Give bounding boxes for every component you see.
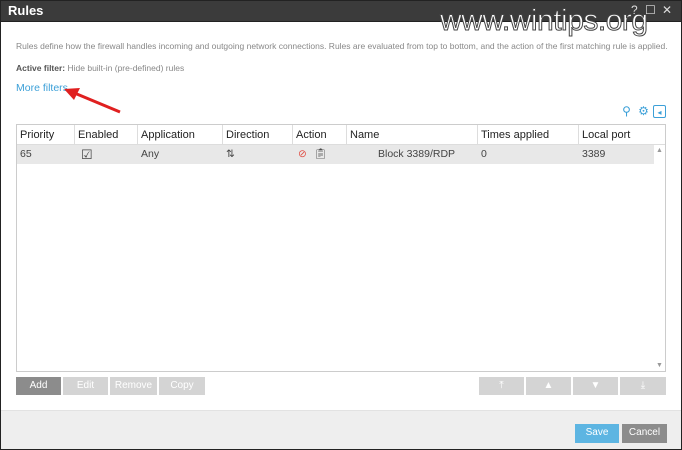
move-top-button[interactable]: ⤒ bbox=[479, 377, 524, 395]
gear-icon[interactable]: ⚙ bbox=[637, 105, 650, 118]
clipboard-icon: 📋︎ bbox=[314, 148, 328, 160]
close-button[interactable]: ✕ bbox=[662, 3, 672, 17]
block-icon: ⊘ bbox=[298, 148, 307, 160]
direction-both-icon: ⇅ bbox=[226, 148, 235, 160]
column-header-times-applied[interactable]: Times applied bbox=[478, 125, 579, 145]
search-icon[interactable]: ⚲ bbox=[620, 105, 633, 118]
annotation-arrow bbox=[64, 88, 121, 114]
column-header-priority[interactable]: Priority bbox=[17, 125, 75, 145]
column-header-local-port[interactable]: Local port bbox=[579, 125, 665, 145]
move-down-button[interactable]: ▼ bbox=[573, 377, 618, 395]
scroll-down-icon[interactable]: ▼ bbox=[656, 362, 663, 369]
name-cell: Block 3389/RDP bbox=[378, 148, 456, 160]
edit-button[interactable]: Edit bbox=[63, 377, 108, 395]
cancel-button[interactable]: Cancel bbox=[622, 424, 667, 443]
save-button[interactable]: Save bbox=[575, 424, 619, 443]
column-header-application[interactable]: Application bbox=[138, 125, 223, 145]
active-filter-label: Active filter: bbox=[16, 63, 66, 73]
column-header-enabled[interactable]: Enabled bbox=[75, 125, 138, 145]
rules-table: Priority Enabled Application Direction A… bbox=[16, 124, 666, 372]
active-filter: Active filter: Hide built-in (pre-define… bbox=[16, 63, 184, 73]
move-bottom-button[interactable]: ⤓ bbox=[620, 377, 666, 395]
enabled-checkbox[interactable]: ☑ bbox=[78, 145, 93, 164]
maximize-button[interactable]: ☐ bbox=[645, 3, 656, 17]
remove-button[interactable]: Remove bbox=[110, 377, 157, 395]
scroll-up-icon[interactable]: ▲ bbox=[656, 147, 663, 154]
help-button[interactable]: ? bbox=[631, 3, 638, 17]
priority-cell: 65 bbox=[20, 148, 32, 160]
table-row[interactable] bbox=[17, 145, 654, 164]
window-title: Rules bbox=[8, 3, 44, 18]
move-up-button[interactable]: ▲ bbox=[526, 377, 571, 395]
description: Rules define how the firewall handles in… bbox=[16, 41, 668, 51]
copy-button[interactable]: Copy bbox=[159, 377, 205, 395]
times-applied-cell: 0 bbox=[481, 148, 487, 160]
column-header-name[interactable]: Name bbox=[347, 125, 478, 145]
application-cell: Any bbox=[141, 148, 160, 160]
column-header-direction[interactable]: Direction bbox=[223, 125, 293, 145]
column-header-action[interactable]: Action bbox=[293, 125, 347, 145]
column-panel-icon[interactable]: ◂ bbox=[653, 105, 666, 118]
active-filter-value: Hide built-in (pre-defined) rules bbox=[67, 63, 185, 73]
scrollbar[interactable]: ▲ ▼ bbox=[654, 145, 665, 371]
add-button[interactable]: Add bbox=[16, 377, 61, 395]
local-port-cell: 3389 bbox=[582, 148, 606, 160]
